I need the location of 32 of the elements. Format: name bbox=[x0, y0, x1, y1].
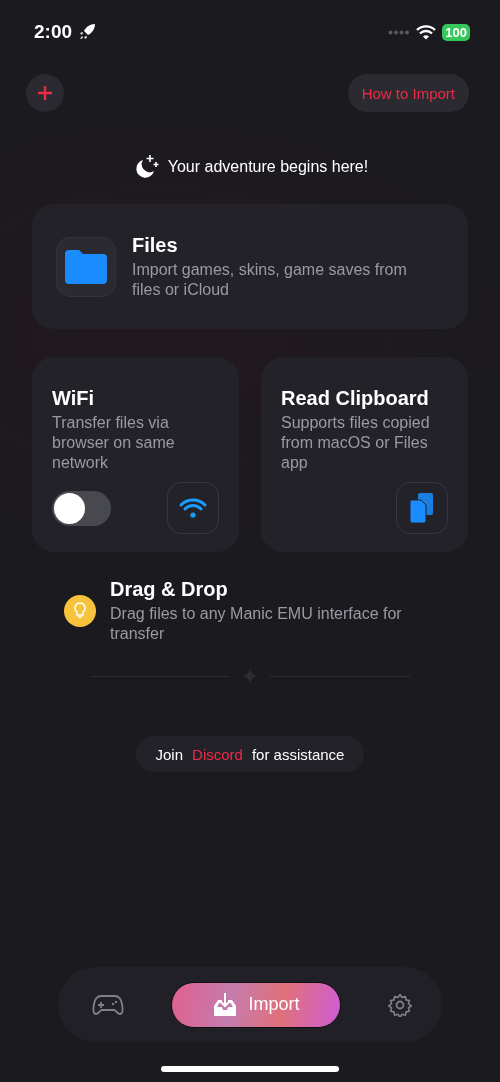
card-description: Transfer files via browser on same network bbox=[52, 413, 176, 473]
tip-title: Drag & Drop bbox=[110, 578, 229, 601]
discord-link[interactable]: Discord bbox=[192, 745, 243, 763]
lightbulb-icon bbox=[64, 595, 96, 627]
settings-icon bbox=[388, 992, 412, 1017]
rocket-icon bbox=[78, 23, 97, 41]
wifi-toggle[interactable] bbox=[52, 490, 111, 526]
settings-tab[interactable] bbox=[388, 992, 412, 1017]
card-description: Import games, skins, game saves from files or iCloud bbox=[132, 259, 408, 300]
cellular-signal-icon bbox=[388, 29, 411, 35]
gamepad-icon bbox=[92, 993, 124, 1016]
option-card[interactable]: Read Clipboard Supports files copied from macOS or Files app bbox=[261, 357, 468, 552]
files-card[interactable]: Files Import games, skins, game saves from files or iCloud bbox=[32, 204, 468, 329]
status-time: 2:00 bbox=[34, 21, 73, 43]
help-text: for assistance bbox=[251, 745, 345, 763]
add-button[interactable] bbox=[26, 74, 64, 112]
plus-icon bbox=[37, 85, 53, 101]
folder-icon bbox=[63, 247, 109, 286]
battery-level: 100 bbox=[442, 23, 470, 41]
card-description: Supports files copied from macOS or Files app bbox=[281, 413, 431, 473]
tip-description: Drag files to any Manic EMU interface for transfer bbox=[110, 604, 403, 644]
wifi-icon bbox=[179, 497, 207, 519]
option-card[interactable]: WiFi Transfer files via browser on same network bbox=[32, 357, 239, 552]
documents-icon bbox=[409, 492, 435, 524]
inbox-download-icon bbox=[212, 991, 239, 1018]
card-title: WiFi bbox=[52, 387, 96, 410]
tagline: Your adventure begins here! bbox=[167, 158, 369, 176]
card-title: Files bbox=[132, 233, 179, 257]
card-title: Read Clipboard bbox=[281, 387, 430, 410]
gamepad-tab[interactable] bbox=[92, 993, 124, 1016]
help-text: Join bbox=[155, 745, 184, 763]
wifi-signal-icon bbox=[416, 24, 437, 40]
